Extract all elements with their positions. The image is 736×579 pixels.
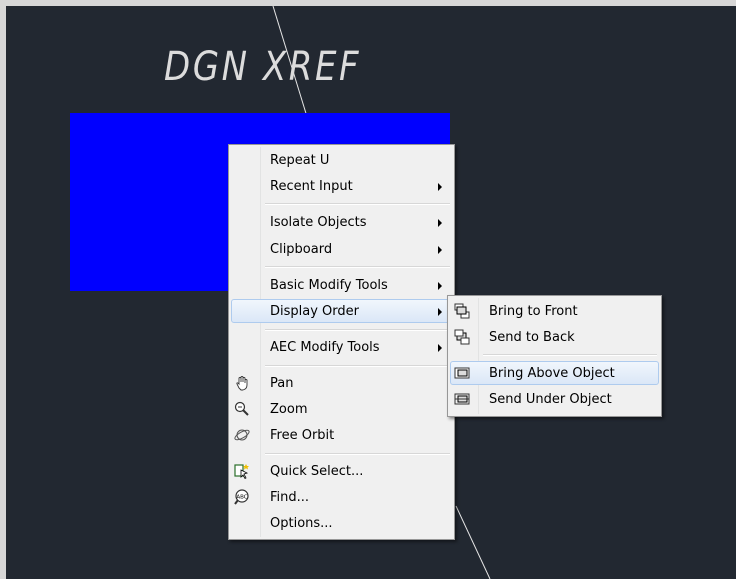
context-menu: Repeat U Recent Input Isolate Objects Cl… <box>228 144 455 540</box>
pan-hand-icon <box>236 376 248 391</box>
menu-item-label: Repeat U <box>270 152 330 168</box>
menu-item-aec-modify-tools[interactable]: AEC Modify Tools <box>231 335 452 359</box>
menu-item-isolate-objects[interactable]: Isolate Objects <box>231 210 452 234</box>
submenu-item-label: Bring to Front <box>489 303 578 319</box>
menu-item-label: Isolate Objects <box>270 214 367 230</box>
menu-item-label: Options... <box>270 515 333 531</box>
submenu-arrow-icon <box>438 246 442 254</box>
send-to-back-icon <box>454 329 470 345</box>
menu-item-zoom[interactable]: Zoom <box>231 397 452 421</box>
menu-separator <box>483 354 657 356</box>
menu-separator <box>265 203 450 205</box>
free-orbit-icon <box>234 429 250 441</box>
menu-item-label: Clipboard <box>270 241 333 257</box>
menu-item-pan[interactable]: Pan <box>231 371 452 395</box>
menu-item-label: AEC Modify Tools <box>270 339 380 355</box>
drawing-line-bottom <box>455 505 491 579</box>
submenu-arrow-icon <box>438 308 442 316</box>
menu-item-label: Free Orbit <box>270 427 335 443</box>
menu-item-repeat-u[interactable]: Repeat U <box>231 148 452 172</box>
menu-item-label: Quick Select... <box>270 463 364 479</box>
zoom-icon <box>234 401 249 416</box>
menu-item-label: Recent Input <box>270 178 353 194</box>
submenu-item-bring-above-object[interactable]: Bring Above Object <box>450 361 659 385</box>
menu-item-label: Basic Modify Tools <box>270 277 388 293</box>
menu-separator <box>265 365 450 367</box>
display-order-submenu: Bring to Front Send to Back Bring Above … <box>447 295 662 417</box>
quick-select-icon <box>234 464 249 480</box>
menu-item-clipboard[interactable]: Clipboard <box>231 237 452 261</box>
submenu-item-send-to-back[interactable]: Send to Back <box>450 325 659 349</box>
submenu-item-bring-to-front[interactable]: Bring to Front <box>450 299 659 323</box>
submenu-arrow-icon <box>438 219 442 227</box>
menu-item-label: Find... <box>270 489 310 505</box>
submenu-item-send-under-object[interactable]: Send Under Object <box>450 387 659 411</box>
bring-to-front-icon <box>454 303 470 319</box>
send-under-icon <box>454 393 470 405</box>
submenu-item-label: Bring Above Object <box>489 365 615 381</box>
menu-item-basic-modify-tools[interactable]: Basic Modify Tools <box>231 273 452 297</box>
menu-item-recent-input[interactable]: Recent Input <box>231 174 452 198</box>
menu-item-label: Display Order <box>270 303 359 319</box>
svg-text:ABC: ABC <box>236 495 247 501</box>
find-text-icon: ABC <box>234 489 249 505</box>
menu-separator <box>265 453 450 455</box>
menu-item-display-order[interactable]: Display Order <box>231 299 452 323</box>
menu-separator <box>265 266 450 268</box>
menu-item-find[interactable]: ABC Find... <box>231 485 452 509</box>
submenu-arrow-icon <box>438 344 442 352</box>
submenu-arrow-icon <box>438 282 442 290</box>
submenu-item-label: Send Under Object <box>489 391 612 407</box>
bring-above-icon <box>454 367 470 379</box>
menu-separator <box>265 329 450 331</box>
submenu-item-label: Send to Back <box>489 329 575 345</box>
menu-item-label: Zoom <box>270 401 308 417</box>
submenu-arrow-icon <box>438 183 442 191</box>
menu-item-quick-select[interactable]: Quick Select... <box>231 459 452 483</box>
menu-item-free-orbit[interactable]: Free Orbit <box>231 423 452 447</box>
menu-item-label: Pan <box>270 375 294 391</box>
dgn-xref-label: DGN XREF <box>164 44 362 90</box>
menu-item-options[interactable]: Options... <box>231 511 452 535</box>
